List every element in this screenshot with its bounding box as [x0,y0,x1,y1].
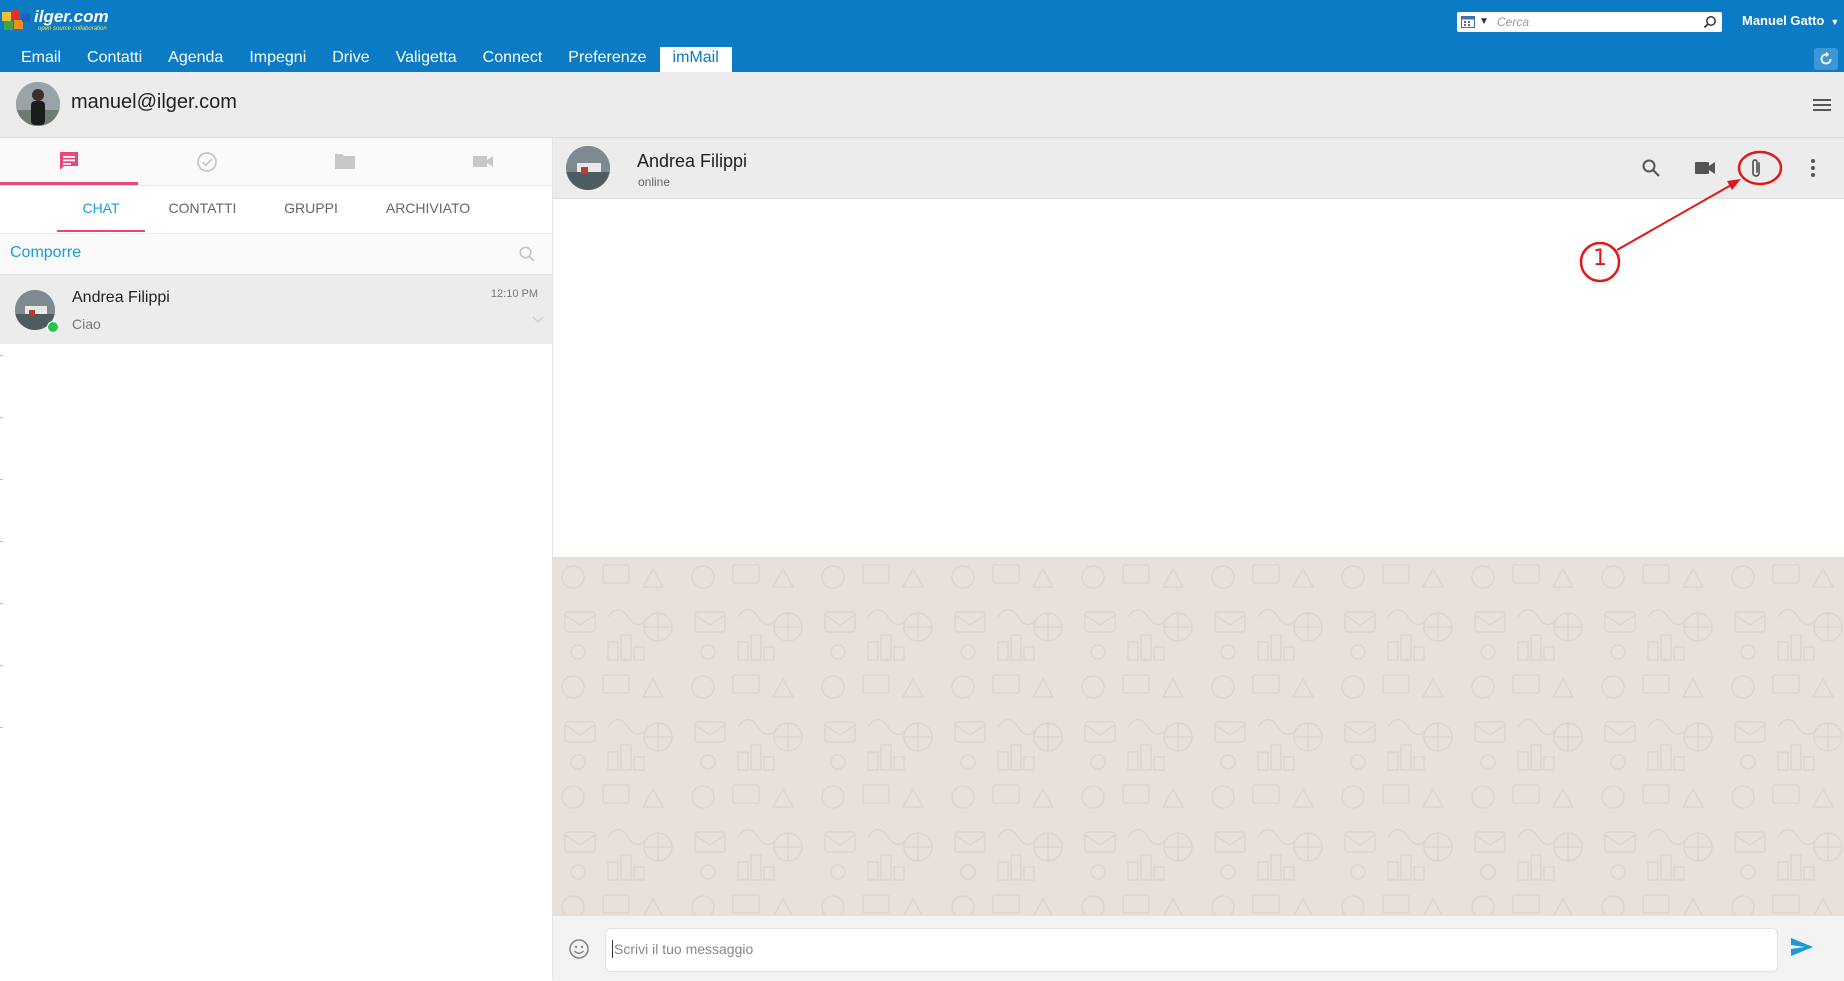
search-scope-caret-icon[interactable]: ▼ [1479,16,1489,27]
chevron-down-icon[interactable] [532,316,544,324]
search-icon[interactable] [1641,158,1661,178]
send-icon[interactable] [1790,936,1814,958]
tab-chat[interactable] [0,138,138,185]
divider [0,727,3,728]
tab-archiviato[interactable]: ARCHIVIATO [372,186,484,230]
message-area [553,199,1844,557]
puzzle-logo-icon [2,10,30,30]
divider [0,665,3,666]
profile-header: manuel@ilger.com [0,72,1844,138]
search-icon[interactable] [1703,15,1717,29]
nav-item-connect[interactable]: Connect [470,47,556,72]
nav-item-drive[interactable]: Drive [319,47,382,72]
video-camera-icon[interactable] [1694,160,1716,176]
nav-item-preferenze[interactable]: Preferenze [555,47,659,72]
compose-button[interactable]: Comporre [10,244,81,262]
tab-chat-list[interactable]: CHAT [57,186,145,232]
tab-files[interactable] [276,138,414,185]
nav-item-impegni[interactable]: Impegni [236,47,319,72]
user-menu[interactable]: Manuel Gatto ▼ [1742,13,1839,28]
nav-item-valigetta[interactable]: Valigetta [383,47,470,72]
divider [0,541,3,542]
global-search-input[interactable]: Cerca [1497,15,1529,29]
chat-wallpaper [553,557,1844,915]
chat-timestamp: 12:10 PM [490,288,538,300]
nav-item-immail[interactable]: imMail [659,47,732,72]
calendar-icon[interactable] [1461,15,1475,28]
menu-icon[interactable] [1812,97,1832,113]
user-photo [16,82,60,126]
divider [0,355,3,356]
divider [0,603,3,604]
emoji-icon[interactable] [568,938,590,960]
tab-gruppi[interactable]: GRUPPI [270,186,352,230]
global-search[interactable]: ▼ Cerca [1457,12,1722,32]
nav-item-agenda[interactable]: Agenda [155,47,236,72]
conversation-contact-name: Andrea Filippi [637,151,748,171]
more-vert-icon[interactable] [1810,158,1816,178]
section-tabs [0,138,552,186]
conversation-header: Andrea Filippi online [553,138,1844,199]
message-input[interactable]: Scrivi il tuo messaggio [605,928,1778,972]
search-icon[interactable] [518,245,536,263]
logo-text: ilger.com [34,7,109,26]
video-camera-icon [473,156,493,167]
user-name: Manuel Gatto [1742,13,1825,28]
online-status-dot [47,321,59,333]
logo-tagline: open source collaboration [38,26,107,32]
chat-icon [60,152,78,170]
check-circle-icon [197,152,217,172]
tab-tasks[interactable] [138,138,276,185]
chat-contact-name: Andrea Filippi [72,289,170,306]
paperclip-icon[interactable] [1749,157,1763,179]
chat-sub-tabs: CHAT CONTATTI GRUPPI ARCHIVIATO [0,186,552,234]
chat-list-item[interactable]: Andrea Filippi Ciao 12:10 PM [0,275,552,344]
doodle-pattern [553,557,1844,915]
divider [0,479,3,480]
avatar[interactable] [16,82,60,126]
text-cursor [612,940,613,958]
refresh-icon [1820,51,1832,65]
refresh-button[interactable] [1814,48,1838,70]
nav-item-contatti[interactable]: Contatti [74,47,155,72]
folder-icon [335,154,355,169]
message-input-placeholder: Scrivi il tuo messaggio [614,941,754,957]
main-nav: Email Contatti Agenda Impegni Drive Vali… [8,47,732,72]
tab-video[interactable] [414,138,552,185]
profile-email: manuel@ilger.com [71,91,237,113]
app-logo[interactable]: ilger.com open source collaboration [2,4,122,34]
chat-last-message: Ciao [72,316,101,332]
top-bar: ilger.com open source collaboration ▼ Ce… [0,0,1844,72]
chevron-down-icon: ▼ [1830,17,1840,27]
nav-item-email[interactable]: Email [8,47,74,72]
message-composer: Scrivi il tuo messaggio [553,915,1844,981]
compose-row: Comporre [0,234,552,275]
conversation-status: online [638,175,671,189]
divider [0,417,3,418]
annotation-number: 1 [1593,246,1607,271]
contact-avatar[interactable] [566,146,610,190]
chat-list-panel: CHAT CONTATTI GRUPPI ARCHIVIATO Comporre… [0,138,553,980]
tab-contatti[interactable]: CONTATTI [155,186,250,230]
